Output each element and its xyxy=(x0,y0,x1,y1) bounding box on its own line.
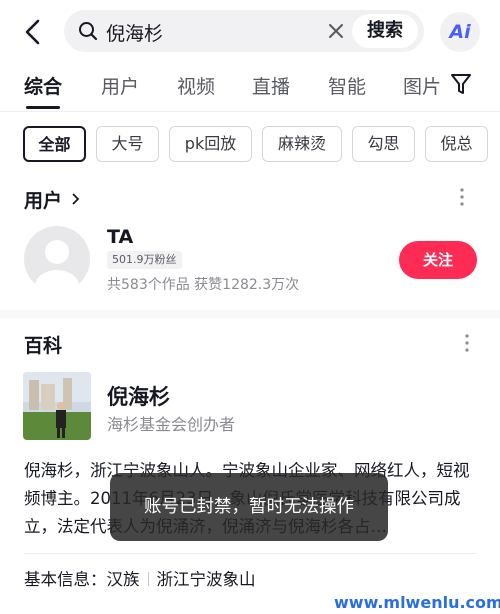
wiki-name[interactable]: 倪海杉 xyxy=(107,381,170,411)
follow-button[interactable]: 关注 xyxy=(399,241,477,279)
users-section-title: 用户 xyxy=(24,190,63,212)
tab-comprehensive[interactable]: 综合 xyxy=(24,72,62,99)
users-section-header[interactable]: 用户 xyxy=(24,186,81,213)
basic-info-ethnicity: 汉族 xyxy=(106,570,140,589)
basic-info-divider xyxy=(147,572,149,586)
user-stats: 共583个作品 获赞1282.3万次 xyxy=(107,277,300,293)
tab-images[interactable]: 图片 xyxy=(403,72,441,99)
basic-info-label: 基本信息： xyxy=(24,570,107,589)
user-avatar[interactable] xyxy=(24,226,90,292)
tabs-divider xyxy=(0,111,500,112)
basic-info-origin: 浙江宁波象山 xyxy=(156,570,256,589)
chip-pk-replay[interactable]: pk回放 xyxy=(169,126,252,162)
fans-badge: 501.9万粉丝 xyxy=(107,251,182,269)
wiki-section-title: 百科 xyxy=(24,335,63,357)
back-arrow-icon[interactable] xyxy=(22,18,46,46)
basic-info[interactable]: 基本信息：汉族 浙江宁波象山 xyxy=(24,566,256,590)
site-watermark: www.mlwenlu.com xyxy=(334,593,500,612)
chip-ni-zong[interactable]: 倪总 xyxy=(425,126,488,162)
chevron-right-icon xyxy=(72,193,79,205)
wiki-more-icon[interactable] xyxy=(464,333,470,353)
toast-message: 账号已封禁，暂时无法操作 xyxy=(110,473,388,541)
tab-smart[interactable]: 智能 xyxy=(328,72,366,99)
search-button[interactable]: 搜索 xyxy=(352,14,418,48)
section-separator xyxy=(0,310,500,318)
search-box[interactable]: 倪海杉 搜索 xyxy=(64,10,424,52)
top-bar: 倪海杉 搜索 Ai xyxy=(0,0,500,62)
wiki-subtitle: 海杉基金会创办者 xyxy=(107,415,236,434)
active-tab-indicator xyxy=(26,106,60,109)
chip-gousi[interactable]: 勾思 xyxy=(352,126,415,162)
clear-icon[interactable] xyxy=(326,21,346,41)
chip-malatang[interactable]: 麻辣烫 xyxy=(262,126,342,162)
tab-users[interactable]: 用户 xyxy=(101,72,139,99)
search-icon xyxy=(79,22,98,41)
ai-assistant-button[interactable]: Ai xyxy=(440,12,480,52)
tab-live[interactable]: 直播 xyxy=(252,72,290,99)
chip-main-account[interactable]: 大号 xyxy=(96,126,159,162)
wiki-divider xyxy=(24,553,476,554)
more-options-icon[interactable] xyxy=(459,187,465,207)
result-tabs: 综合 用户 视频 直播 智能 图片 xyxy=(0,64,500,109)
user-name[interactable]: TA xyxy=(107,226,133,248)
filter-chips: 全部 大号 pk回放 麻辣烫 勾思 倪总 xyxy=(0,126,500,164)
tab-videos[interactable]: 视频 xyxy=(177,72,215,99)
search-input[interactable]: 倪海杉 xyxy=(106,19,163,46)
person-photo-icon xyxy=(23,372,91,440)
filter-icon[interactable] xyxy=(450,72,472,96)
chip-all[interactable]: 全部 xyxy=(23,126,86,162)
wiki-photo[interactable] xyxy=(23,372,91,440)
default-avatar-icon xyxy=(35,240,79,292)
